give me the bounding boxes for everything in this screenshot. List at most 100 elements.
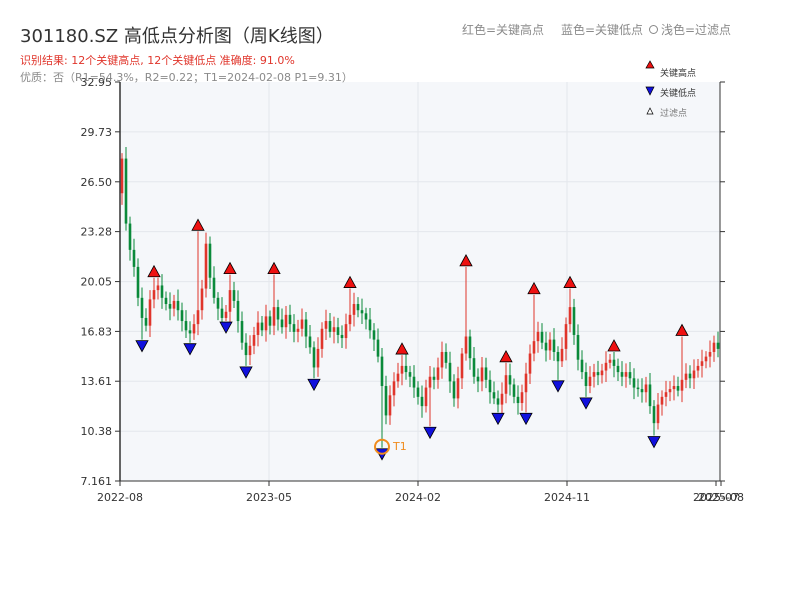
candle-body	[492, 392, 496, 399]
candle-body	[516, 396, 520, 404]
candle-body	[276, 307, 280, 320]
candle-body	[280, 319, 284, 328]
candle-body	[420, 396, 424, 407]
candle-body	[272, 307, 276, 326]
candle-body	[400, 365, 404, 374]
candlestick-chart: T1 7.161 10.38 13.61 16.83 20.05 23.28 26.50 29…	[81, 60, 744, 504]
candle-body	[304, 319, 308, 337]
candle-body	[456, 378, 460, 399]
candle-body	[240, 321, 244, 343]
candle-body	[572, 307, 576, 335]
candle-body	[324, 321, 328, 329]
candle-body	[168, 304, 172, 309]
candle-body	[368, 319, 372, 331]
candle-body	[472, 358, 476, 377]
candle-body	[172, 300, 176, 309]
candle-body	[192, 324, 196, 334]
candle-body	[608, 359, 612, 363]
candle-body	[416, 387, 420, 397]
candle-body	[432, 376, 436, 380]
candle-body	[612, 359, 616, 366]
candle-body	[200, 288, 204, 311]
candle-body	[344, 324, 348, 339]
candle-body	[680, 379, 684, 391]
candle-body	[268, 316, 272, 326]
candle-body	[256, 322, 260, 335]
candle-body	[512, 384, 516, 397]
x-tick-label: 2025-08	[698, 491, 744, 504]
candle-body	[448, 362, 452, 382]
candle-body	[628, 372, 632, 379]
candle-body	[480, 367, 484, 382]
candle-body	[564, 324, 568, 349]
candle-body	[444, 351, 448, 363]
candle-body	[312, 347, 316, 368]
candle-body	[460, 353, 464, 379]
candle-body	[336, 327, 340, 335]
candle-body	[204, 243, 208, 289]
candle-body	[688, 373, 692, 379]
candle-body	[488, 379, 492, 393]
candle-body	[184, 321, 188, 331]
candle-body	[616, 365, 620, 373]
candle-body	[596, 372, 600, 376]
candle-body	[328, 321, 332, 332]
candle-body	[568, 307, 572, 325]
candle-body	[696, 365, 700, 371]
candle-body	[700, 361, 704, 366]
candle-body	[716, 342, 720, 349]
candle-body	[632, 378, 636, 388]
candle-body	[196, 310, 200, 325]
y-tick-label: 26.50	[81, 176, 113, 189]
candle-body	[136, 266, 140, 298]
candle-body	[412, 376, 416, 388]
candle-body	[636, 387, 640, 390]
y-tick-label: 13.61	[81, 375, 113, 388]
candle-body	[468, 336, 472, 359]
x-tick-label: 2023-05	[246, 491, 292, 504]
candle-body	[224, 311, 228, 318]
legend-high-icon	[645, 60, 655, 69]
candle-body	[580, 359, 584, 373]
candle-body	[644, 384, 648, 393]
candle-body	[604, 362, 608, 371]
candle-body	[708, 351, 712, 357]
candle-body	[156, 285, 160, 291]
candle-body	[672, 386, 676, 390]
candle-body	[556, 351, 560, 362]
candle-body	[660, 396, 664, 405]
candle-body	[552, 339, 556, 352]
candle-body	[140, 297, 144, 318]
candle-body	[164, 297, 168, 305]
candle-body	[452, 381, 456, 399]
candle-body	[576, 334, 580, 360]
legend-low-label: 关键低点	[660, 87, 696, 99]
candle-body	[520, 392, 524, 404]
legend-filtered-label: 过滤点	[660, 107, 687, 119]
candle-body	[208, 243, 212, 278]
y-tick-label: 20.05	[81, 276, 113, 289]
candle-body	[440, 351, 444, 368]
candle-body	[152, 290, 156, 300]
candle-body	[676, 386, 680, 391]
candle-body	[332, 327, 336, 332]
candle-body	[216, 297, 220, 309]
candle-body	[704, 356, 708, 362]
x-tick-label: 2024-02	[395, 491, 441, 504]
candle-body	[408, 372, 412, 377]
candle-body	[212, 277, 216, 298]
candle-body	[228, 290, 232, 312]
candle-body	[584, 372, 588, 387]
candle-body	[356, 304, 360, 311]
candle-body	[248, 345, 252, 356]
candle-body	[476, 376, 480, 382]
candle-body	[436, 367, 440, 380]
candle-body	[548, 339, 552, 351]
candle-body	[380, 356, 384, 387]
candle-body	[188, 330, 192, 334]
y-tick-label: 23.28	[81, 226, 113, 239]
candle-body	[664, 392, 668, 397]
candle-body	[684, 373, 688, 380]
candle-body	[392, 381, 396, 396]
candle-body	[528, 353, 532, 374]
